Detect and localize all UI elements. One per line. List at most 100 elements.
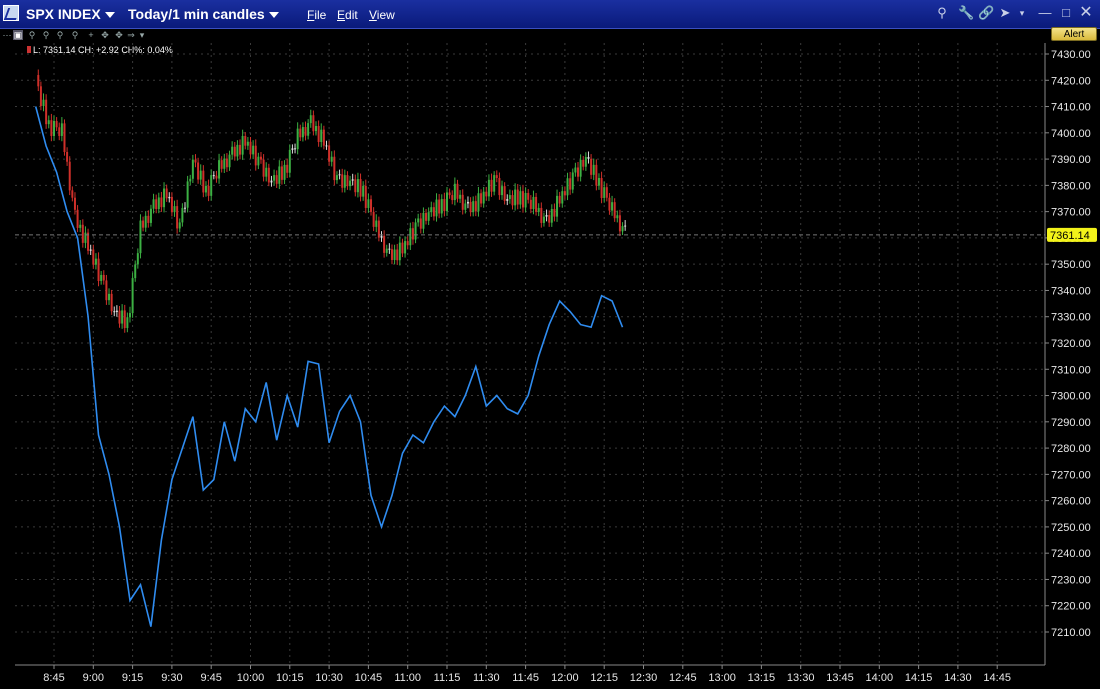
candle-body bbox=[113, 311, 116, 313]
candle-body bbox=[540, 207, 543, 223]
candle-body bbox=[563, 191, 566, 196]
y-tick-label: 7260.00 bbox=[1051, 496, 1091, 508]
candle-body bbox=[529, 199, 532, 210]
candle-body bbox=[524, 192, 527, 208]
y-tick-label: 7400.00 bbox=[1051, 128, 1091, 140]
candle-body bbox=[508, 195, 511, 200]
candle-body bbox=[267, 167, 270, 183]
candle-body bbox=[105, 280, 108, 301]
candle-body bbox=[335, 175, 338, 181]
candle-body bbox=[521, 191, 524, 208]
x-tick-label: 10:15 bbox=[276, 672, 304, 684]
candle-body bbox=[561, 191, 564, 204]
y-tick-label: 7270.00 bbox=[1051, 469, 1091, 481]
candle-body bbox=[58, 127, 61, 136]
candle-body bbox=[618, 215, 621, 232]
candle-body bbox=[556, 195, 559, 217]
candle-body bbox=[50, 120, 53, 136]
candle-body bbox=[45, 99, 48, 125]
x-tick-label: 11:00 bbox=[394, 672, 421, 684]
y-tick-label: 7320.00 bbox=[1051, 338, 1091, 350]
candle-body bbox=[181, 207, 184, 223]
candle-body bbox=[220, 160, 223, 169]
candle-body bbox=[322, 129, 325, 146]
candle-body bbox=[343, 175, 346, 188]
x-tick-label: 11:45 bbox=[512, 672, 539, 684]
candle-body bbox=[97, 258, 100, 281]
candle-body bbox=[210, 175, 213, 196]
y-tick-label: 7210.00 bbox=[1051, 627, 1091, 639]
candle-body bbox=[451, 195, 454, 201]
candle-series bbox=[37, 69, 627, 333]
candle-body bbox=[189, 178, 192, 182]
y-tick-label: 7370.00 bbox=[1051, 207, 1091, 219]
candle-body bbox=[63, 123, 66, 152]
y-tick-label: 7250.00 bbox=[1051, 522, 1091, 534]
candle-body bbox=[590, 158, 593, 175]
chart-grid bbox=[15, 43, 1045, 665]
candle-body bbox=[587, 156, 590, 159]
candle-body bbox=[309, 115, 312, 124]
x-tick-label: 14:15 bbox=[905, 672, 933, 684]
candle-body bbox=[288, 149, 291, 173]
x-tick-label: 9:45 bbox=[200, 672, 221, 684]
x-tick-label: 14:00 bbox=[866, 672, 894, 684]
candle-body bbox=[241, 135, 244, 155]
candle-body bbox=[204, 185, 207, 193]
candle-body bbox=[341, 174, 344, 188]
candle-body bbox=[191, 159, 194, 179]
candle-body bbox=[278, 166, 281, 184]
candle-body bbox=[259, 156, 262, 160]
candle-body bbox=[440, 199, 443, 214]
candle-body bbox=[152, 199, 155, 209]
y-tick-label: 7310.00 bbox=[1051, 364, 1091, 376]
candle-body bbox=[121, 310, 124, 324]
candle-body bbox=[490, 179, 493, 192]
candle-body bbox=[199, 170, 202, 180]
candle-body bbox=[157, 197, 160, 210]
candle-body bbox=[427, 212, 430, 221]
y-tick-label: 7380.00 bbox=[1051, 180, 1091, 192]
candle-body bbox=[613, 202, 616, 219]
candle-body bbox=[474, 201, 477, 212]
candle-body bbox=[186, 181, 189, 208]
candle-body bbox=[584, 156, 587, 167]
candle-body bbox=[417, 218, 420, 223]
x-tick-label: 11:15 bbox=[434, 672, 461, 684]
candle-body bbox=[469, 201, 472, 213]
candle-body bbox=[325, 145, 328, 147]
candle-body bbox=[495, 175, 498, 179]
candle-body bbox=[346, 175, 349, 187]
candle-body bbox=[453, 183, 456, 201]
candle-body bbox=[236, 144, 239, 157]
candle-body bbox=[411, 228, 414, 240]
candle-body bbox=[60, 123, 63, 136]
candle-body bbox=[47, 120, 50, 125]
candle-body bbox=[419, 218, 422, 229]
candle-body bbox=[296, 128, 299, 150]
price-chart[interactable]: 7430.00 7420.00 7410.00 7400.00 7390.00 7380.… bbox=[0, 0, 1100, 689]
candle-body bbox=[370, 199, 373, 212]
candle-body bbox=[624, 225, 627, 227]
y-tick-label: 7230.00 bbox=[1051, 574, 1091, 586]
candle-body bbox=[307, 123, 310, 136]
candle-body bbox=[299, 128, 302, 138]
candle-body bbox=[385, 248, 388, 253]
candle-body bbox=[349, 180, 352, 187]
candle-body bbox=[569, 178, 572, 190]
candle-body bbox=[215, 175, 218, 179]
candle-body bbox=[372, 211, 375, 227]
y-tick-label: 7290.00 bbox=[1051, 417, 1091, 429]
candle-body bbox=[398, 242, 401, 261]
candle-body bbox=[537, 207, 540, 212]
candle-body bbox=[535, 196, 538, 212]
y-tick-label: 7350.00 bbox=[1051, 259, 1091, 271]
x-axis: 8:45 9:00 9:15 9:30 9:45 10:00 10:15 10:30 10:45… bbox=[15, 664, 1045, 684]
candle-body bbox=[218, 160, 221, 179]
candle-body bbox=[163, 188, 166, 208]
candle-body bbox=[134, 264, 137, 279]
candle-body bbox=[207, 185, 210, 196]
candle-body bbox=[477, 193, 480, 212]
y-tick-label: 7240.00 bbox=[1051, 548, 1091, 560]
candle-body bbox=[320, 129, 323, 143]
